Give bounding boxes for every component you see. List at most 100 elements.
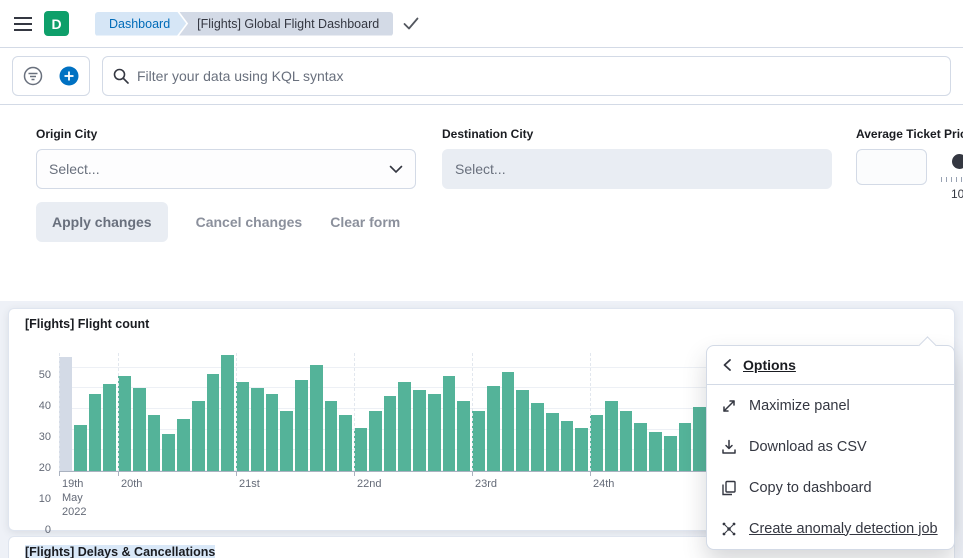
bar[interactable] [89, 394, 102, 471]
bar[interactable] [502, 372, 515, 471]
clear-form-button[interactable]: Clear form [330, 214, 400, 230]
x-tick-mark [590, 472, 591, 476]
bar[interactable] [74, 425, 87, 471]
bar[interactable] [236, 382, 249, 471]
bar[interactable] [221, 355, 234, 471]
bar[interactable] [339, 415, 352, 471]
dashboard-controls: Origin City Select... Destination City S… [0, 105, 963, 301]
download-icon [721, 439, 737, 455]
x-tick-mark [472, 472, 473, 476]
bar[interactable] [472, 411, 485, 471]
deployment-letter: D [51, 16, 61, 32]
kibana-app: D Dashboard [Flights] Global Flight Dash… [0, 0, 963, 558]
bar[interactable] [516, 390, 529, 471]
bar[interactable] [546, 413, 559, 471]
x-tick-mark [118, 472, 119, 476]
flight-count-panel-title[interactable]: [Flights] Flight count [9, 309, 954, 331]
y-tick-label: 0 [45, 524, 51, 536]
menu-item-download-csv[interactable]: Download as CSV [707, 426, 954, 467]
menu-item-label: Copy to dashboard [749, 480, 872, 496]
bar[interactable] [413, 390, 426, 471]
bar[interactable] [192, 401, 205, 471]
origin-city-control: Origin City Select... [36, 127, 416, 189]
chart-y-axis: 01020304050 [25, 353, 59, 530]
day-gridline [472, 353, 473, 471]
x-tick-label: 23rd [475, 478, 497, 492]
breadcrumb: Dashboard [Flights] Global Flight Dashbo… [95, 12, 419, 36]
bar[interactable] [207, 374, 220, 471]
origin-city-label: Origin City [36, 127, 416, 141]
price-range-slider: 100 [941, 149, 963, 209]
bar[interactable] [266, 394, 279, 471]
bar[interactable] [354, 428, 367, 471]
x-tick-mark [59, 472, 60, 476]
origin-city-placeholder: Select... [49, 161, 100, 177]
bar[interactable] [443, 376, 456, 471]
bar[interactable] [575, 428, 588, 471]
bar[interactable] [605, 401, 618, 471]
bar[interactable] [590, 415, 603, 471]
origin-city-select[interactable]: Select... [36, 149, 416, 189]
menu-item-copy-to-dashboard[interactable]: Copy to dashboard [707, 467, 954, 508]
bar[interactable] [457, 401, 470, 471]
day-gridline [590, 353, 591, 471]
menu-hamburger-icon[interactable] [14, 17, 32, 31]
destination-city-control: Destination City Select... [442, 127, 832, 189]
menu-item-maximize-panel[interactable]: Maximize panel [707, 385, 954, 426]
bar[interactable] [487, 386, 500, 471]
bar[interactable] [398, 382, 411, 471]
add-filter-plus-icon[interactable] [53, 60, 85, 92]
kql-search-input[interactable] [137, 68, 940, 84]
bar[interactable] [369, 411, 382, 471]
bar[interactable] [280, 411, 293, 471]
menu-item-create-anomaly-job[interactable]: Create anomaly detection job [707, 508, 954, 549]
bar[interactable] [148, 415, 161, 471]
chevron-left-icon [721, 358, 733, 372]
bar[interactable] [118, 376, 131, 471]
bar[interactable] [428, 394, 441, 471]
filter-button-group [12, 56, 90, 96]
check-icon [403, 17, 419, 30]
bar[interactable] [251, 388, 264, 471]
day-gridline [118, 353, 119, 471]
x-tick-label: 19th May 2022 [62, 478, 86, 519]
cancel-changes-button[interactable]: Cancel changes [196, 214, 303, 230]
day-gridline [236, 353, 237, 471]
panel-options-menu: Options Maximize panel Download as CSV C… [706, 345, 955, 550]
bar[interactable] [649, 432, 662, 471]
bar[interactable] [531, 403, 544, 471]
bar[interactable] [325, 401, 338, 471]
menu-item-label: Download as CSV [749, 439, 867, 455]
options-menu-header[interactable]: Options [707, 346, 954, 385]
x-tick-label: 22nd [357, 478, 381, 492]
y-tick-label: 10 [39, 493, 51, 505]
menu-item-label: Maximize panel [749, 398, 850, 414]
bar[interactable] [679, 423, 692, 471]
bar[interactable] [177, 419, 190, 471]
bar[interactable] [384, 396, 397, 471]
destination-city-select[interactable]: Select... [442, 149, 832, 189]
price-min-input[interactable] [856, 149, 927, 185]
machine-learning-icon [721, 521, 737, 537]
bar[interactable] [620, 411, 633, 471]
breadcrumb-dashboard[interactable]: Dashboard [95, 12, 186, 36]
bar[interactable] [664, 436, 677, 471]
bar[interactable] [634, 423, 647, 471]
y-tick-label: 40 [39, 400, 51, 412]
bar[interactable] [310, 365, 323, 471]
bar[interactable] [162, 434, 175, 471]
bar[interactable] [59, 357, 72, 471]
apply-changes-button[interactable]: Apply changes [36, 202, 168, 242]
slider-thumb[interactable] [952, 154, 963, 169]
bar[interactable] [295, 380, 308, 471]
slider-min-label: 100 [951, 187, 963, 201]
bar[interactable] [133, 388, 146, 471]
menu-item-label: Create anomaly detection job [749, 521, 938, 537]
filters-circle-icon[interactable] [17, 60, 49, 92]
bar[interactable] [561, 421, 574, 471]
deployment-avatar[interactable]: D [44, 11, 69, 36]
bar[interactable] [103, 384, 116, 471]
kql-search-box [102, 56, 951, 96]
bar[interactable] [693, 407, 706, 471]
destination-city-label: Destination City [442, 127, 832, 141]
